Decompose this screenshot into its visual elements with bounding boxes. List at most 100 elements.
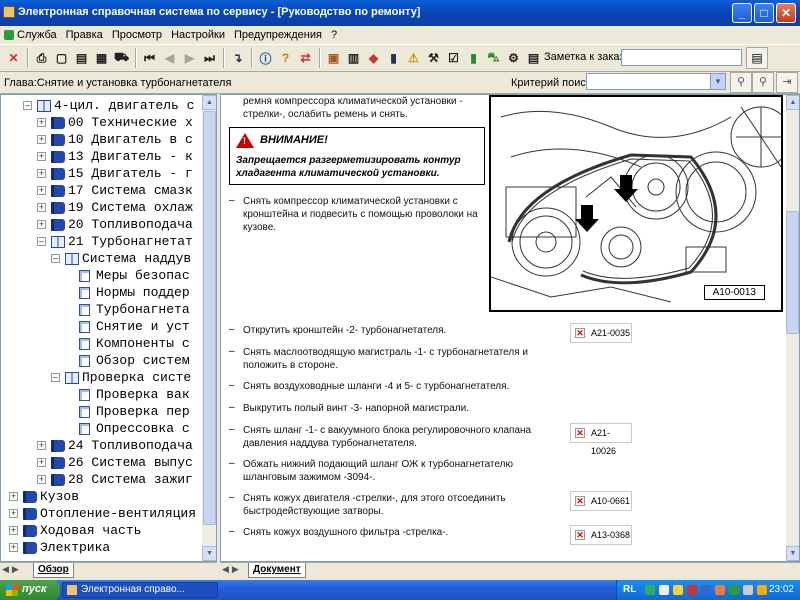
tree-item[interactable]: 20 Топливоподача bbox=[68, 216, 193, 233]
tree-scrollbar[interactable]: ▲ ▼ bbox=[202, 95, 216, 561]
tray-network-icon[interactable] bbox=[645, 585, 655, 595]
tray-monitor-icon[interactable] bbox=[701, 585, 711, 595]
close-button[interactable]: ✕ bbox=[776, 3, 796, 23]
expand-icon[interactable]: + bbox=[37, 135, 46, 144]
scroll-up-icon[interactable]: ▲ bbox=[202, 95, 216, 110]
collapse-icon[interactable]: – bbox=[23, 101, 32, 110]
tree-item[interactable]: Опрессовка с bbox=[96, 420, 190, 437]
tree-item[interactable]: 13 Двигатель - к bbox=[68, 148, 193, 165]
document-scrollbar[interactable]: ▲ ▼ bbox=[786, 95, 799, 561]
tree-item[interactable]: 4-цил. двигатель с bbox=[54, 97, 194, 114]
collapse-icon[interactable]: – bbox=[51, 254, 60, 263]
expand-icon[interactable]: + bbox=[9, 526, 18, 535]
menu-service[interactable]: Служба bbox=[17, 29, 57, 41]
tray-shield-icon[interactable] bbox=[673, 585, 683, 595]
car-icon[interactable]: ⛍ bbox=[484, 48, 503, 69]
menu-warnings[interactable]: Предупреждения bbox=[234, 29, 322, 41]
collapse-icon[interactable]: – bbox=[51, 373, 60, 382]
tree-item[interactable]: 28 Система зажиг bbox=[68, 471, 193, 488]
tree-item[interactable]: 26 Система выпус bbox=[68, 454, 193, 471]
tree-item[interactable]: Нормы поддер bbox=[96, 284, 190, 301]
tree-item[interactable]: Электрика bbox=[40, 539, 110, 556]
engine-illustration[interactable]: A10-0013 bbox=[489, 95, 783, 312]
language-indicator[interactable]: RL bbox=[623, 584, 636, 595]
jump-icon[interactable]: ↴ bbox=[228, 48, 247, 69]
open-document-icon[interactable]: ▤ bbox=[72, 48, 91, 69]
tree-item[interactable]: Система наддув bbox=[82, 250, 191, 267]
tree-item[interactable]: Проверка систе bbox=[82, 369, 191, 386]
expand-icon[interactable]: ⇥ bbox=[776, 72, 798, 93]
refresh-icon[interactable]: ⇄ bbox=[296, 48, 315, 69]
print-icon[interactable]: ⎙ bbox=[32, 48, 51, 69]
expand-icon[interactable]: + bbox=[37, 152, 46, 161]
search-back-icon[interactable]: ⚲ bbox=[752, 72, 774, 93]
tree-item[interactable]: 00 Технические х bbox=[68, 114, 193, 131]
tab-scroll-arrows[interactable]: ◀▶ bbox=[2, 564, 22, 575]
expand-icon[interactable]: + bbox=[37, 118, 46, 127]
note-icon[interactable]: ▮ bbox=[464, 48, 483, 69]
tree-item[interactable]: 10 Двигатель в с bbox=[68, 131, 193, 148]
tray-app-icon[interactable] bbox=[729, 585, 739, 595]
figure-reference-link[interactable]: ✕ A10-0661 bbox=[570, 491, 632, 511]
warning-icon[interactable]: ⚠ bbox=[404, 48, 423, 69]
tree-item[interactable]: Проверка пер bbox=[96, 403, 190, 420]
menu-edit[interactable]: Правка bbox=[66, 29, 103, 41]
menu-view[interactable]: Просмотр bbox=[112, 29, 162, 41]
last-page-icon[interactable]: ⏭ bbox=[200, 48, 219, 69]
tree-item[interactable]: 15 Двигатель - г bbox=[68, 165, 193, 182]
figure-reference-link[interactable]: ✕ A21-10026 bbox=[570, 423, 632, 456]
tree-item[interactable]: 17 Система смазк bbox=[68, 182, 193, 199]
manual-icon[interactable]: ▮ bbox=[384, 48, 403, 69]
search-select[interactable]: ▼ bbox=[586, 73, 726, 90]
expand-icon[interactable]: + bbox=[9, 492, 18, 501]
next-page-icon[interactable]: ▶ bbox=[180, 48, 199, 69]
order-icon[interactable]: ▤ bbox=[524, 48, 543, 69]
info-icon[interactable]: ⓘ bbox=[256, 48, 275, 69]
maximize-button[interactable]: □ bbox=[754, 3, 774, 23]
expand-icon[interactable]: + bbox=[37, 441, 46, 450]
checklist-icon[interactable]: ☑ bbox=[444, 48, 463, 69]
bookmark-icon[interactable]: ▣ bbox=[324, 48, 343, 69]
tools-icon[interactable]: ⚒ bbox=[424, 48, 443, 69]
clock[interactable]: 23:02 bbox=[769, 584, 794, 595]
expand-icon[interactable]: + bbox=[9, 509, 18, 518]
taskbar-window-item[interactable]: Электронная справо... bbox=[62, 582, 218, 598]
tray-antivirus-icon[interactable] bbox=[687, 585, 697, 595]
tree-item[interactable]: Обзор систем bbox=[96, 352, 190, 369]
chevron-down-icon[interactable]: ▼ bbox=[710, 74, 725, 89]
new-document-icon[interactable]: ▢ bbox=[52, 48, 71, 69]
tray-update-icon[interactable] bbox=[757, 585, 767, 595]
tree-item[interactable]: 24 Топливоподача bbox=[68, 437, 193, 454]
expand-icon[interactable]: + bbox=[37, 475, 46, 484]
menu-help[interactable]: ? bbox=[331, 29, 337, 41]
scroll-thumb[interactable] bbox=[203, 111, 216, 525]
first-page-icon[interactable]: ⏮ bbox=[140, 48, 159, 69]
menu-settings[interactable]: Настройки bbox=[171, 29, 225, 41]
tree-item[interactable]: Меры безопас bbox=[96, 267, 190, 284]
search-forward-icon[interactable]: ⚲ bbox=[730, 72, 752, 93]
tab-document[interactable]: Документ bbox=[248, 563, 306, 578]
previous-page-icon[interactable]: ◀ bbox=[160, 48, 179, 69]
tree-item[interactable]: Отопление-вентиляция bbox=[40, 505, 196, 522]
vehicle-icon[interactable]: ⛟ bbox=[112, 48, 131, 69]
expand-icon[interactable]: + bbox=[9, 543, 18, 552]
minimize-button[interactable]: _ bbox=[732, 3, 752, 23]
exit-button[interactable]: ✕ bbox=[4, 48, 23, 69]
parts-icon[interactable]: ⚙ bbox=[504, 48, 523, 69]
tree-item[interactable]: Компоненты с bbox=[96, 335, 190, 352]
scroll-down-icon[interactable]: ▼ bbox=[202, 546, 216, 561]
tree-item[interactable]: Ходовая часть bbox=[40, 522, 141, 539]
tray-usb-icon[interactable] bbox=[743, 585, 753, 595]
note-input[interactable] bbox=[621, 49, 742, 66]
tree-item[interactable]: Проверка вак bbox=[96, 386, 190, 403]
tag-icon[interactable]: ◆ bbox=[364, 48, 383, 69]
expand-icon[interactable]: + bbox=[37, 169, 46, 178]
expand-icon[interactable]: + bbox=[37, 203, 46, 212]
figure-reference-link[interactable]: ✕ A13-0368 bbox=[570, 525, 632, 545]
hint-icon[interactable]: ? bbox=[276, 48, 295, 69]
tree-item[interactable]: 19 Система охлаж bbox=[68, 199, 193, 216]
tree-item[interactable]: Кузов bbox=[40, 488, 79, 505]
doc-scroll-down-icon[interactable]: ▼ bbox=[786, 546, 799, 561]
expand-icon[interactable]: + bbox=[37, 186, 46, 195]
preview-icon[interactable]: ▦ bbox=[92, 48, 111, 69]
